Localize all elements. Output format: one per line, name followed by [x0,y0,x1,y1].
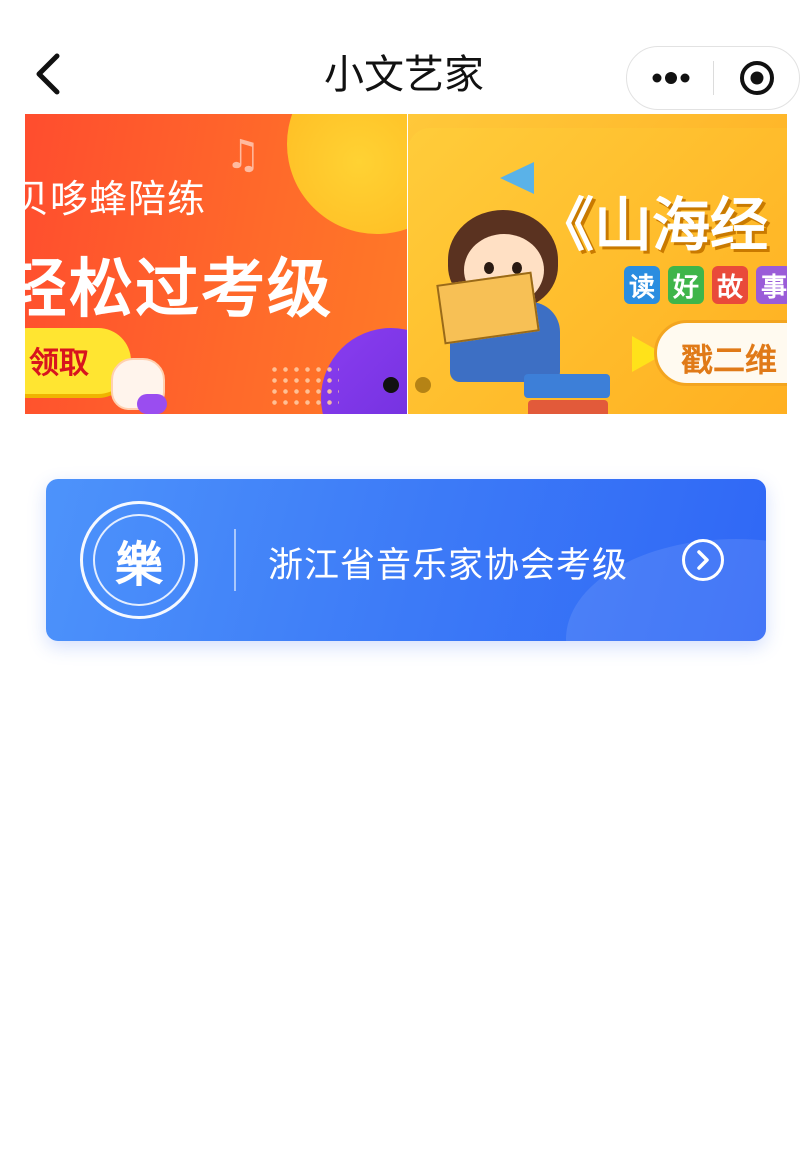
banner-slide-practice[interactable]: ♫ 贝哆蜂陪练 轻松过考级 领取 [25,114,407,414]
tag-badge: 读 [624,266,660,304]
girl-reading-illustration [428,206,610,414]
decor-dots [269,364,339,410]
decor-triangle [500,162,534,194]
decor-circle [287,114,407,234]
banner-subtitle: 贝哆蜂陪练 [25,177,207,221]
carousel-indicator [383,377,431,393]
logo-glyph: 樂 [114,537,163,593]
banner-headline: 轻松过考级 [25,253,333,327]
tag-badge: 事 [756,266,787,304]
association-seal-logo: 樂 [80,501,198,619]
tag-badge: 故 [712,266,748,304]
tag-row: 读 好 故 事 [624,266,787,304]
banner-slide-stories[interactable]: 《山海经 读 好 故 事 戳二维 [408,114,787,414]
close-miniprogram-button[interactable] [714,47,800,109]
banner-carousel[interactable]: ♫ 贝哆蜂陪练 轻松过考级 领取 《山海经 读 好 故 事 戳二维 [25,114,787,414]
hand-cuff-decor [137,394,167,414]
claim-button-label: 领取 [29,346,89,381]
carousel-dot-active[interactable] [383,377,399,393]
target-circle-icon [740,61,774,95]
book-stack-icon [524,374,610,414]
association-exam-card[interactable]: 樂 浙江省音乐家协会考级 [46,479,766,641]
tag-badge: 好 [668,266,704,304]
music-note-icon: ♫ [225,132,261,178]
scan-qr-button-label: 戳二维 [681,341,778,379]
card-divider [234,529,236,591]
chevron-right-circle-icon[interactable] [682,539,724,581]
carousel-dot[interactable] [415,377,431,393]
miniprogram-capsule [626,46,800,110]
navigation-bar: 小文艺家 [0,0,808,114]
scan-qr-button[interactable]: 戳二维 [654,320,787,386]
more-button[interactable] [627,47,714,109]
more-dots-icon [652,72,689,84]
association-exam-label: 浙江省音乐家协会考级 [268,546,629,586]
